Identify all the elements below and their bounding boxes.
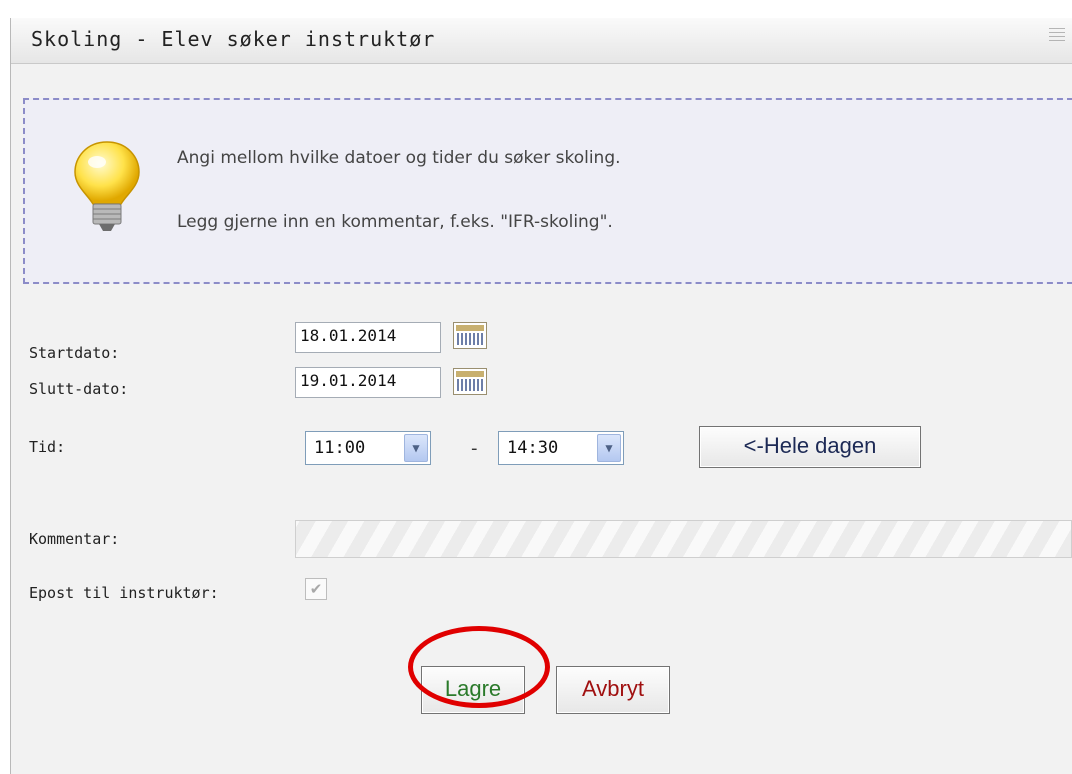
chevron-down-icon[interactable]: ▼ [597, 434, 621, 462]
email-checkbox[interactable]: ✔ [305, 578, 327, 600]
time-from-value: 11:00 [314, 438, 366, 458]
info-line-1: Angi mellom hvilke datoer og tider du sø… [177, 148, 621, 168]
title-bar: Skoling - Elev søker instruktør [11, 18, 1072, 64]
info-line-2: Legg gjerne inn en kommentar, f.eks. "IF… [177, 212, 613, 232]
start-date-label: Startdato: [29, 344, 120, 362]
time-label: Tid: [29, 438, 66, 456]
dialog-panel: Skoling - Elev søker instruktør Angi mel… [10, 18, 1072, 774]
time-to-select[interactable]: 14:30 ▼ [498, 431, 624, 465]
start-calendar-icon[interactable] [453, 322, 487, 349]
time-to-value: 14:30 [507, 438, 559, 458]
dialog-title: Skoling - Elev søker instruktør [31, 27, 436, 51]
end-calendar-icon[interactable] [453, 368, 487, 395]
comment-input[interactable] [295, 520, 1072, 558]
end-date-input[interactable]: 19.01.2014 [295, 367, 441, 398]
email-label: Epost til instruktør: [29, 584, 219, 602]
comment-label: Kommentar: [29, 530, 120, 548]
info-box: Angi mellom hvilke datoer og tider du sø… [23, 98, 1072, 284]
end-date-label: Slutt-dato: [29, 380, 129, 398]
resize-grip-icon[interactable] [1049, 28, 1065, 42]
start-date-input[interactable]: 18.01.2014 [295, 322, 441, 353]
whole-day-button[interactable]: <-Hele dagen [699, 426, 921, 468]
cancel-button[interactable]: Avbryt [556, 666, 670, 714]
highlight-circle [408, 626, 550, 708]
top-strip [0, 0, 1072, 18]
time-from-select[interactable]: 11:00 ▼ [305, 431, 431, 465]
time-separator: - [471, 438, 478, 459]
chevron-down-icon[interactable]: ▼ [404, 434, 428, 462]
lightbulb-icon [74, 141, 140, 231]
